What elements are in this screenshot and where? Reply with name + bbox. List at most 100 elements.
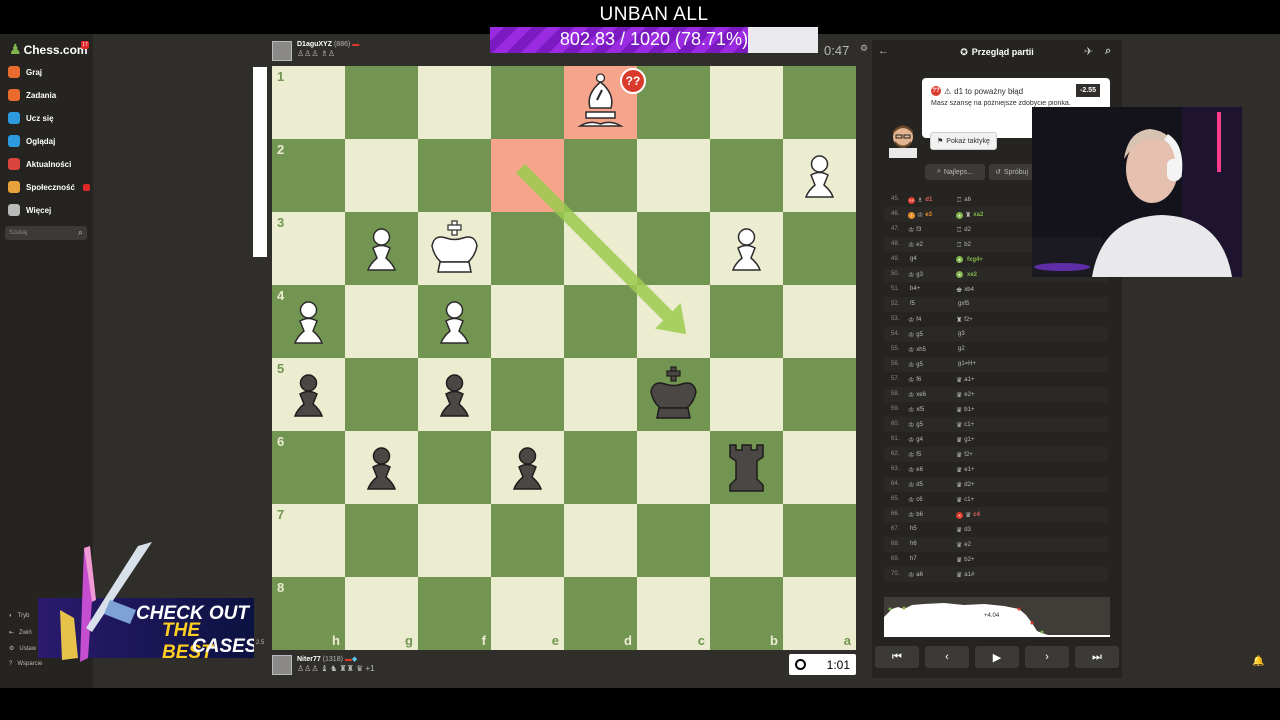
sidebar-item-4[interactable]: Aktualności <box>8 158 71 170</box>
square-f4[interactable] <box>418 285 491 358</box>
square-a8[interactable]: a <box>783 577 856 650</box>
white-move[interactable]: b4+ <box>908 286 920 292</box>
white-move[interactable]: h6 <box>908 541 917 547</box>
white-move[interactable]: ♔ g5 <box>908 421 923 429</box>
white-move[interactable]: ?? ♗ d1 <box>908 196 932 204</box>
square-g6[interactable] <box>345 431 418 504</box>
square-a7[interactable] <box>783 504 856 577</box>
square-b3[interactable] <box>710 212 783 285</box>
white-move[interactable]: ♔ f4 <box>908 316 921 324</box>
move-row[interactable]: 56. ♔ g5 g1=H+ <box>884 357 1108 372</box>
white-move[interactable]: ♔ g3 <box>908 271 923 279</box>
top-player-name[interactable]: D1aguXYZ (886) ▬ <box>297 41 359 48</box>
white-move[interactable]: g4 <box>908 256 917 262</box>
square-c7[interactable] <box>637 504 710 577</box>
notification-bell-icon[interactable]: 🔔 <box>1252 656 1264 667</box>
square-d3[interactable] <box>564 212 637 285</box>
pin-icon[interactable]: ✈ <box>1084 45 1093 58</box>
black-move[interactable]: gxf5 <box>956 301 969 307</box>
square-e4[interactable] <box>491 285 564 358</box>
white-move[interactable]: ♔ xe6 <box>908 391 926 399</box>
move-row[interactable]: 60. ♔ g5 ♛ c1+ <box>884 417 1108 432</box>
avatar[interactable] <box>272 41 292 61</box>
black-move[interactable]: ♖ d2 <box>956 226 971 234</box>
square-g2[interactable] <box>345 139 418 212</box>
black-move[interactable]: g3 <box>956 331 965 337</box>
square-e5[interactable] <box>491 358 564 431</box>
square-c8[interactable]: c <box>637 577 710 650</box>
sidebar-item-6[interactable]: Więcej <box>8 204 51 216</box>
move-row[interactable]: 55. ♔ xh5 g2 <box>884 342 1108 357</box>
sidebar-item-0[interactable]: Graj <box>8 66 42 78</box>
square-h3[interactable]: 3 <box>272 212 345 285</box>
square-g4[interactable] <box>345 285 418 358</box>
white-pawn-icon[interactable] <box>783 139 856 212</box>
square-a5[interactable] <box>783 358 856 431</box>
white-move[interactable]: ♔ f5 <box>908 451 921 459</box>
white-move[interactable]: ♔ b6 <box>908 511 923 519</box>
square-e2[interactable] <box>491 139 564 212</box>
square-d6[interactable] <box>564 431 637 504</box>
back-arrow-icon[interactable]: ← <box>878 45 889 57</box>
black-move[interactable]: ✕ ♛ c4 <box>956 511 980 519</box>
white-move[interactable]: ♔ xf5 <box>908 406 924 414</box>
square-e7[interactable] <box>491 504 564 577</box>
white-move[interactable]: ♔ g5 <box>908 331 923 339</box>
move-row[interactable]: 61. ♔ g4 ♛ g1+ <box>884 432 1108 447</box>
move-row[interactable]: 66. ♔ b6 ✕ ♛ c4 <box>884 507 1108 522</box>
square-b4[interactable] <box>710 285 783 358</box>
black-rook-icon[interactable] <box>710 431 783 504</box>
black-king-icon[interactable] <box>637 358 710 431</box>
square-c5[interactable] <box>637 358 710 431</box>
square-h8[interactable]: 8h <box>272 577 345 650</box>
black-move[interactable]: ♛ d2+ <box>956 481 974 489</box>
square-a4[interactable] <box>783 285 856 358</box>
black-move[interactable]: ♜ f2+ <box>956 316 973 324</box>
square-d5[interactable] <box>564 358 637 431</box>
next-move-button[interactable]: › <box>1025 646 1069 668</box>
square-c1[interactable] <box>637 66 710 139</box>
white-move[interactable]: ♔ d5 <box>908 481 923 489</box>
move-row[interactable]: 62. ♔ f5 ♛ f2+ <box>884 447 1108 462</box>
square-c4[interactable] <box>637 285 710 358</box>
black-pawn-icon[interactable] <box>418 358 491 431</box>
black-pawn-icon[interactable] <box>272 358 345 431</box>
square-d2[interactable] <box>564 139 637 212</box>
white-pawn-icon[interactable] <box>272 285 345 358</box>
white-pawn-icon[interactable] <box>710 212 783 285</box>
sidebar-item-5[interactable]: Społeczność <box>8 181 90 193</box>
square-f8[interactable]: f <box>418 577 491 650</box>
square-e6[interactable] <box>491 431 564 504</box>
bottom-player-name[interactable]: Niter77 (1318) ▬◆ <box>297 655 375 663</box>
search-input[interactable]: Szukaj ⌕ <box>5 226 87 240</box>
sidebar-footer-mode[interactable]: ◐ Tryb <box>9 613 29 619</box>
move-row[interactable]: 65. ♔ c6 ♛ c1+ <box>884 492 1108 507</box>
sidebar-item-2[interactable]: Ucz się <box>8 112 54 124</box>
black-move[interactable]: ♛ e2+ <box>956 391 974 399</box>
black-move[interactable]: ♛ f2+ <box>956 451 973 459</box>
move-row[interactable]: 70. ♔ a6 ♛ a1# <box>884 567 1108 582</box>
white-move[interactable]: h5 <box>908 526 917 532</box>
white-move[interactable]: ♔ c6 <box>908 496 923 504</box>
square-b6[interactable] <box>710 431 783 504</box>
black-move[interactable]: ★ fxg4+ <box>956 256 983 263</box>
sidebar-item-1[interactable]: Zadania <box>8 89 56 101</box>
black-move[interactable]: g2 <box>956 346 965 352</box>
square-b8[interactable]: b <box>710 577 783 650</box>
square-c6[interactable] <box>637 431 710 504</box>
square-e3[interactable] <box>491 212 564 285</box>
show-tactic-button[interactable]: ⚑ Pokaż taktykę <box>930 132 997 150</box>
chesscom-logo[interactable]: ♟ Chess.com <box>9 41 88 58</box>
black-move[interactable]: ♛ a1# <box>956 571 974 579</box>
move-row[interactable]: 57. ♔ f6 ♛ a1+ <box>884 372 1108 387</box>
square-a3[interactable] <box>783 212 856 285</box>
square-e8[interactable]: e <box>491 577 564 650</box>
move-row[interactable]: 67. h5 ♛ d3 <box>884 522 1108 537</box>
white-move[interactable]: f5 <box>908 301 915 307</box>
black-move[interactable]: ♛ b2+ <box>956 556 974 564</box>
black-move[interactable]: ★ ♜ xa2 <box>956 211 983 219</box>
square-d7[interactable] <box>564 504 637 577</box>
sidebar-footer-collapse[interactable]: ⇤ Zwiń <box>9 629 32 637</box>
first-move-button[interactable]: ⏮ <box>875 646 919 668</box>
square-g8[interactable]: g <box>345 577 418 650</box>
